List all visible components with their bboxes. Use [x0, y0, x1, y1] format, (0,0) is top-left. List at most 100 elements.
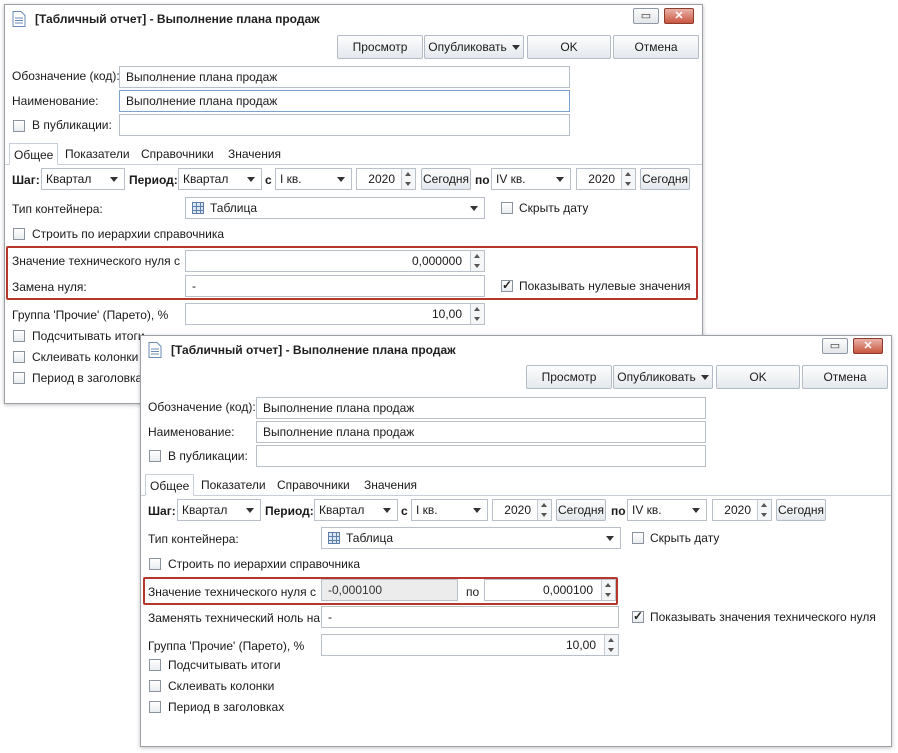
spin-down-icon[interactable] — [474, 317, 480, 321]
code-field[interactable]: Выполнение плана продаж — [256, 397, 706, 419]
other-group-spinner[interactable] — [604, 635, 618, 655]
hide-date-checkbox[interactable] — [632, 532, 644, 544]
tab-indicators[interactable]: Показатели — [197, 474, 270, 496]
container-select[interactable]: Таблица — [321, 527, 621, 549]
period-select[interactable]: Квартал — [314, 499, 398, 521]
hide-date-checkbox[interactable] — [501, 202, 513, 214]
ok-button[interactable]: OK — [716, 365, 800, 389]
tab-values[interactable]: Значения — [360, 474, 421, 496]
to-quarter-select[interactable]: IV кв. — [627, 499, 707, 521]
other-group-field[interactable]: 10,00 — [185, 303, 485, 325]
zero-replace-field[interactable]: - — [185, 275, 485, 297]
tab-general[interactable]: Общее — [9, 143, 59, 165]
tab-directories[interactable]: Справочники — [137, 143, 218, 165]
tab-values[interactable]: Значения — [224, 143, 285, 165]
name-field[interactable]: Выполнение плана продаж — [119, 90, 570, 112]
spin-down-icon[interactable] — [625, 182, 631, 186]
today-to-button[interactable]: Сегодня — [640, 168, 690, 190]
spin-down-icon[interactable] — [474, 264, 480, 268]
tech-zero-label: Значение технического нуля с — [148, 585, 316, 599]
close-button[interactable]: ✕ — [664, 8, 694, 24]
restore-button[interactable]: ▭ — [633, 8, 659, 24]
from-quarter-select[interactable]: I кв. — [275, 168, 352, 190]
cancel-button[interactable]: Отмена — [802, 365, 888, 389]
spin-up-icon[interactable] — [474, 254, 480, 258]
hierarchy-label: Строить по иерархии справочника — [32, 227, 225, 241]
tab-directories[interactable]: Справочники — [273, 474, 354, 496]
spin-down-icon[interactable] — [541, 513, 547, 517]
publish-button[interactable]: Опубликовать — [613, 365, 713, 389]
chevron-down-icon — [692, 508, 700, 513]
tab-indicators[interactable]: Показатели — [61, 143, 134, 165]
publish-field[interactable] — [119, 114, 570, 136]
totals-label: Подсчитывать итоги — [32, 329, 145, 343]
spin-down-icon[interactable] — [405, 182, 411, 186]
name-field[interactable]: Выполнение плана продаж — [256, 421, 706, 443]
to-year-spinner[interactable] — [621, 169, 635, 189]
publish-checkbox[interactable] — [149, 450, 161, 462]
publish-label: Опубликовать — [428, 40, 507, 54]
restore-button[interactable]: ▭ — [822, 338, 848, 354]
chevron-down-icon — [511, 44, 520, 50]
period-headers-checkbox[interactable] — [149, 701, 161, 713]
to-quarter-select[interactable]: IV кв. — [491, 168, 571, 190]
step-label: Шаг: — [148, 504, 176, 518]
spin-up-icon[interactable] — [405, 172, 411, 176]
period-headers-checkbox[interactable] — [13, 372, 25, 384]
other-group-spinner[interactable] — [470, 304, 484, 324]
tech-zero-to-field[interactable]: 0,000100 — [484, 579, 616, 601]
code-field[interactable]: Выполнение плана продаж — [119, 66, 570, 88]
cancel-button[interactable]: Отмена — [613, 35, 699, 59]
today-from-button[interactable]: Сегодня — [556, 499, 606, 521]
tab-general[interactable]: Общее — [145, 474, 195, 496]
totals-checkbox[interactable] — [149, 659, 161, 671]
other-group-field[interactable]: 10,00 — [321, 634, 619, 656]
tech-zero-spinner[interactable] — [601, 580, 615, 600]
tech-zero-spinner[interactable] — [470, 251, 484, 271]
replace-field[interactable]: - — [321, 606, 619, 628]
spin-down-icon[interactable] — [761, 513, 767, 517]
spin-down-icon[interactable] — [608, 648, 614, 652]
preview-button[interactable]: Просмотр — [526, 365, 612, 389]
publish-field[interactable] — [256, 445, 706, 467]
step-select[interactable]: Квартал — [41, 168, 125, 190]
from-quarter-select[interactable]: I кв. — [411, 499, 488, 521]
step-select[interactable]: Квартал — [177, 499, 261, 521]
tech-zero-field[interactable]: 0,000000 — [185, 250, 485, 272]
period-value: Квартал — [319, 503, 365, 517]
to-year-spinner[interactable] — [757, 500, 771, 520]
hierarchy-checkbox[interactable] — [149, 558, 161, 570]
spin-up-icon[interactable] — [474, 307, 480, 311]
merge-checkbox[interactable] — [149, 680, 161, 692]
totals-checkbox[interactable] — [13, 330, 25, 342]
period-select[interactable]: Квартал — [178, 168, 262, 190]
name-label: Наименование: — [12, 94, 99, 108]
tech-zero-from-field[interactable]: -0,000100 — [321, 579, 458, 601]
spin-up-icon[interactable] — [625, 172, 631, 176]
spin-up-icon[interactable] — [541, 503, 547, 507]
today-from-button[interactable]: Сегодня — [421, 168, 471, 190]
spin-up-icon[interactable] — [608, 638, 614, 642]
show-tech-zero-checkbox[interactable] — [632, 609, 644, 623]
hierarchy-checkbox[interactable] — [13, 228, 25, 240]
ok-button[interactable]: OK — [527, 35, 611, 59]
spin-up-icon[interactable] — [605, 583, 611, 587]
merge-checkbox[interactable] — [13, 351, 25, 363]
publish-button[interactable]: Опубликовать — [424, 35, 524, 59]
to-quarter-value: IV кв. — [496, 172, 526, 186]
publish-checkbox[interactable] — [13, 120, 25, 132]
today-to-button[interactable]: Сегодня — [776, 499, 826, 521]
close-button[interactable]: ✕ — [853, 338, 883, 354]
publish-label: В публикации: — [168, 449, 248, 463]
container-select[interactable]: Таблица — [185, 197, 485, 219]
preview-button[interactable]: Просмотр — [337, 35, 423, 59]
hide-date-label: Скрыть дату — [519, 201, 589, 215]
hierarchy-label: Строить по иерархии справочника — [168, 557, 361, 571]
title-bar: [Табличный отчет] - Выполнение плана про… — [5, 5, 702, 33]
from-year-spinner[interactable] — [537, 500, 551, 520]
hide-date-label: Скрыть дату — [650, 531, 720, 545]
show-zero-checkbox[interactable] — [501, 278, 513, 292]
spin-up-icon[interactable] — [761, 503, 767, 507]
from-year-spinner[interactable] — [401, 169, 415, 189]
spin-down-icon[interactable] — [605, 593, 611, 597]
